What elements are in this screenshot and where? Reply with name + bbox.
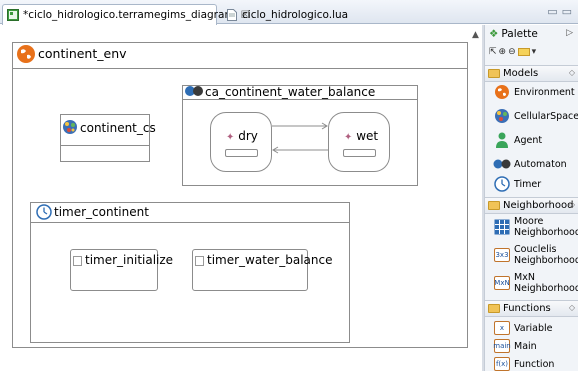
state-dry-label: dry [238,129,258,143]
item-label: Timer [514,178,542,190]
main-icon: main [493,337,511,355]
item-label: Moore Neighborhood [514,216,578,238]
note-tool-icon[interactable] [517,48,530,56]
state-wet-label: wet [356,129,379,143]
state-dry-row: ✦ dry [226,129,258,143]
palette-icon: ❖ [489,28,499,40]
palette-item-function[interactable]: f(x) Function [493,355,578,371]
window-controls: ▭ ▭ [547,5,572,18]
state-icon: ✦ [344,132,353,143]
folder-icon [488,304,500,313]
state-dry-body [225,149,258,157]
editor-tab-bar: *ciclo_hidrologico.terramegims_diagram ☒… [0,0,578,25]
item-label: Agent [514,134,543,146]
couclelis-icon: 3x3 [493,246,511,264]
state-wet-row: ✦ wet [344,129,378,143]
palette-item-agent[interactable]: Agent [493,131,578,149]
tab-lua[interactable]: ciclo_hidrologico.lua [222,4,362,25]
timer-icon [36,204,52,220]
zoom-in-icon[interactable]: ⊕ [499,47,507,57]
tab-diagram-label: *ciclo_hidrologico.terramegims_diagram [23,9,235,21]
environment-icon [493,83,511,101]
environment-label: continent_env [38,46,127,61]
cellular-space-divider [61,145,149,146]
diagram-file-icon [7,9,19,21]
scroll-up-icon[interactable]: ▲ [472,30,479,40]
function-icon [195,255,204,266]
palette-item-cellular-space[interactable]: CellularSpace [493,107,578,125]
palette-collapse-icon[interactable]: ▷ [566,28,573,38]
timer-icon [493,175,511,193]
automaton-label: ca_continent_water_balance [205,85,376,99]
cellular-space-icon [493,107,511,125]
palette-item-automaton[interactable]: Automaton [493,155,578,173]
palette-item-variable[interactable]: x Variable [493,319,578,337]
palette-section-functions[interactable]: Functions ◇ [485,300,578,317]
automaton-icon [493,155,511,173]
environment-icon [17,45,35,63]
function-icon [73,255,82,266]
mxn-icon: MxN [493,274,511,292]
item-label: Couclelis Neighborhood [514,244,578,266]
cellular-space-label: continent_cs [80,121,156,135]
transition-arrows [272,122,328,154]
item-label: CellularSpace [514,110,578,122]
dropdown-icon[interactable]: ▾ [532,47,537,57]
palette-title: Palette [501,28,538,40]
select-tool-icon[interactable]: ⇱ [489,47,497,57]
state-icon: ✦ [226,132,235,143]
zoom-out-icon[interactable]: ⊖ [508,47,516,57]
folder-icon [488,69,500,78]
lua-file-icon [227,8,237,21]
tab-diagram[interactable]: *ciclo_hidrologico.terramegims_diagram ☒ [2,4,250,25]
item-label: MxN Neighborhood [514,272,578,294]
function-label: timer_initialize [85,253,174,267]
palette-item-mxn-neighborhood[interactable]: MxN MxN Neighborhood [493,272,578,294]
palette-panel: ❖ Palette ▷ ⇱ ⊕ ⊖ ▾ Models ◇ Environment… [484,25,578,371]
palette-item-moore-neighborhood[interactable]: Moore Neighborhood [493,216,578,238]
palette-header: ❖ Palette ▷ [485,25,578,43]
timer-label: timer_continent [54,205,149,219]
item-label: Function [514,358,555,370]
variable-icon: x [493,319,511,337]
item-label: Automaton [514,158,567,170]
collapse-icon[interactable]: ◇ [569,200,575,209]
section-label: Neighborhood [503,200,574,211]
section-label: Models [503,68,539,79]
palette-item-main[interactable]: main Main [493,337,578,355]
cellular-space-icon [63,120,77,134]
function-row: timer_initialize [73,253,173,267]
function-row: timer_water_balance [195,253,332,267]
palette-toolbar: ⇱ ⊕ ⊖ ▾ [489,45,536,59]
state-wet-body [343,149,376,157]
function-label: timer_water_balance [207,253,333,267]
moore-grid-icon [493,218,511,236]
folder-icon [488,201,500,210]
palette-section-models[interactable]: Models ◇ [485,65,578,82]
palette-item-environment[interactable]: Environment [493,83,578,101]
tab-lua-label: ciclo_hidrologico.lua [242,8,349,21]
item-label: Environment [514,86,575,98]
maximize-icon[interactable]: ▭ [562,5,572,18]
minimize-icon[interactable]: ▭ [547,5,557,18]
section-label: Functions [503,303,551,314]
item-label: Main [514,340,537,352]
automaton-icon [185,86,203,96]
function-icon: f(x) [493,355,511,371]
palette-item-couclelis-neighborhood[interactable]: 3x3 Couclelis Neighborhood [493,244,578,266]
agent-icon [493,131,511,149]
collapse-icon[interactable]: ◇ [569,303,575,312]
palette-section-neighborhood[interactable]: Neighborhood ◇ [485,197,578,214]
palette-item-timer[interactable]: Timer [493,175,578,193]
item-label: Variable [514,322,553,334]
collapse-icon[interactable]: ◇ [569,68,575,77]
